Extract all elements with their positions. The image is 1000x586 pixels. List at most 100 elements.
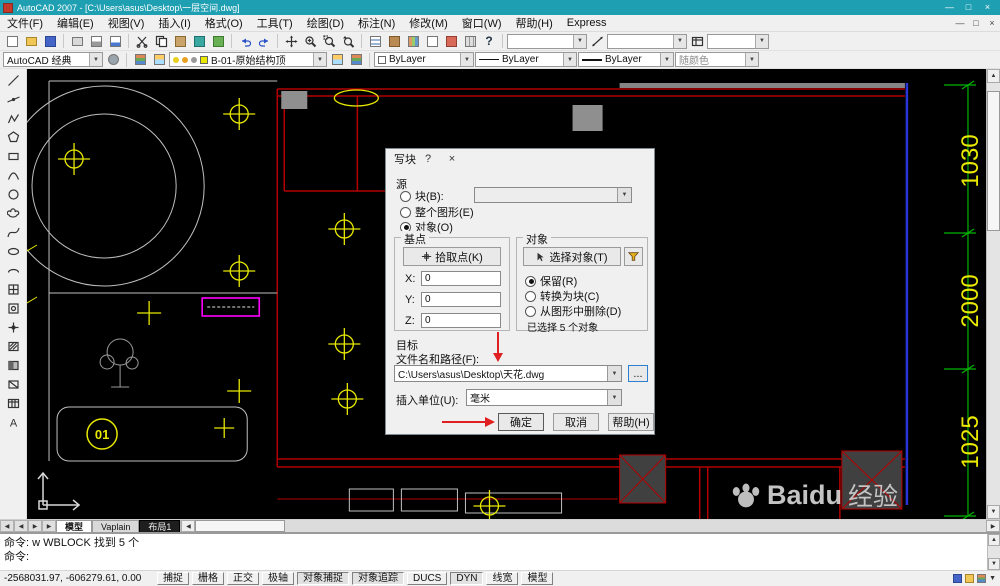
- region-tool-button[interactable]: [4, 375, 23, 393]
- undo-button[interactable]: [236, 33, 254, 50]
- menu-view[interactable]: 视图(V): [101, 15, 152, 31]
- maximize-button[interactable]: □: [959, 1, 978, 14]
- associated-standards-icon[interactable]: [977, 574, 986, 583]
- doc-close-button[interactable]: ×: [984, 18, 1000, 28]
- publish-button[interactable]: [106, 33, 124, 50]
- tool-palettes-button[interactable]: [404, 33, 422, 50]
- polyline-tool-button[interactable]: [4, 109, 23, 127]
- command-prompt-line[interactable]: 命令:: [4, 550, 984, 564]
- dropdown-icon[interactable]: ▼: [563, 53, 576, 66]
- dropdown-icon[interactable]: ▼: [607, 390, 621, 405]
- dim-style-combo[interactable]: ▼: [607, 34, 687, 49]
- block-editor-button[interactable]: [209, 33, 227, 50]
- layer-properties-button[interactable]: [131, 51, 149, 68]
- layer-previous-button[interactable]: [347, 51, 365, 68]
- revision-cloud-button[interactable]: [4, 204, 23, 222]
- osnap-toggle[interactable]: 对象捕捉: [297, 572, 349, 585]
- dim-style-button[interactable]: [588, 33, 606, 50]
- grid-toggle[interactable]: 栅格: [192, 572, 224, 585]
- menu-file[interactable]: 文件(F): [0, 15, 50, 31]
- insert-units-combo[interactable]: 毫米 ▼: [466, 389, 622, 406]
- horizontal-scroll-thumb[interactable]: [195, 520, 285, 532]
- dropdown-icon[interactable]: ▼: [660, 53, 673, 66]
- menu-insert[interactable]: 插入(I): [151, 15, 197, 31]
- line-tool-button[interactable]: [4, 71, 23, 89]
- quickcalc-button[interactable]: [461, 33, 479, 50]
- menu-format[interactable]: 格式(O): [198, 15, 250, 31]
- copy-button[interactable]: [152, 33, 170, 50]
- spline-tool-button[interactable]: [4, 223, 23, 241]
- point-tool-button[interactable]: [4, 318, 23, 336]
- gradient-tool-button[interactable]: [4, 356, 23, 374]
- open-button[interactable]: [22, 33, 40, 50]
- tab-prev-button[interactable]: ◀: [14, 520, 28, 532]
- radio-convert-to-block[interactable]: [525, 291, 536, 302]
- pan-button[interactable]: [282, 33, 300, 50]
- table-tool-button[interactable]: [4, 394, 23, 412]
- help-button[interactable]: ?: [480, 33, 498, 50]
- command-scrollbar[interactable]: ▲ ▼: [987, 534, 1000, 570]
- radio-delete-from-drawing[interactable]: [525, 306, 536, 317]
- layer-states-button[interactable]: [150, 51, 168, 68]
- scroll-down-icon[interactable]: ▼: [987, 505, 1000, 519]
- select-objects-button[interactable]: 选择对象(T): [523, 247, 621, 266]
- radio-block[interactable]: [400, 191, 411, 202]
- make-object-layer-current-button[interactable]: [328, 51, 346, 68]
- ducs-toggle[interactable]: DUCS: [407, 572, 447, 585]
- lineweight-toggle[interactable]: 线宽: [486, 572, 518, 585]
- doc-minimize-button[interactable]: —: [952, 18, 968, 28]
- dialog-close-button[interactable]: ×: [440, 149, 464, 169]
- tab-model[interactable]: 模型: [56, 520, 92, 532]
- y-input[interactable]: 0: [421, 292, 501, 307]
- dropdown-icon[interactable]: ▼: [673, 35, 686, 48]
- pick-point-button[interactable]: 拾取点(K): [403, 247, 501, 266]
- color-combo[interactable]: ByLayer▼: [374, 52, 474, 67]
- table-style-combo[interactable]: ▼: [707, 34, 769, 49]
- text-style-combo[interactable]: ▼: [507, 34, 587, 49]
- tab-last-button[interactable]: ▶: [42, 520, 56, 532]
- dropdown-icon[interactable]: ▼: [89, 53, 102, 66]
- menu-modify[interactable]: 修改(M): [402, 15, 455, 31]
- otrack-toggle[interactable]: 对象追踪: [352, 572, 404, 585]
- filename-combo[interactable]: C:\Users\asus\Desktop\天花.dwg ▼: [394, 365, 622, 382]
- paste-button[interactable]: [171, 33, 189, 50]
- dialog-help-button[interactable]: ?: [416, 149, 440, 169]
- arc-tool-button[interactable]: [4, 166, 23, 184]
- sheetset-manager-button[interactable]: [423, 33, 441, 50]
- zoom-realtime-button[interactable]: [301, 33, 319, 50]
- radio-entire-drawing[interactable]: [400, 207, 411, 218]
- make-block-button[interactable]: [4, 299, 23, 317]
- tab-layout-vaplain[interactable]: Vaplain: [92, 520, 139, 532]
- menu-window[interactable]: 窗口(W): [455, 15, 509, 31]
- construction-line-button[interactable]: [4, 90, 23, 108]
- ok-button[interactable]: 确定: [498, 413, 544, 431]
- dropdown-icon[interactable]: ▼: [573, 35, 586, 48]
- scroll-right-icon[interactable]: ▶: [986, 520, 1000, 532]
- designcenter-button[interactable]: [385, 33, 403, 50]
- radio-retain[interactable]: [525, 276, 536, 287]
- scroll-down-icon[interactable]: ▼: [988, 558, 1000, 570]
- plot-button[interactable]: [68, 33, 86, 50]
- polar-toggle[interactable]: 极轴: [262, 572, 294, 585]
- dropdown-icon[interactable]: ▼: [460, 53, 473, 66]
- tab-first-button[interactable]: ◀: [0, 520, 14, 532]
- insert-block-button[interactable]: [4, 280, 23, 298]
- circle-tool-button[interactable]: [4, 185, 23, 203]
- dyn-toggle[interactable]: DYN: [450, 572, 483, 585]
- zoom-previous-button[interactable]: [339, 33, 357, 50]
- layer-combo[interactable]: B-01-原始结构顶 ▼: [169, 52, 327, 67]
- z-input[interactable]: 0: [421, 313, 501, 328]
- communication-center-icon[interactable]: [953, 574, 962, 583]
- scroll-up-icon[interactable]: ▲: [988, 534, 1000, 546]
- horizontal-scrollbar[interactable]: ◀ ▶: [180, 520, 1000, 532]
- hatch-tool-button[interactable]: [4, 337, 23, 355]
- table-style-button[interactable]: [688, 33, 706, 50]
- zoom-window-button[interactable]: [320, 33, 338, 50]
- save-button[interactable]: [41, 33, 59, 50]
- mtext-tool-button[interactable]: A: [4, 413, 23, 431]
- save-workspace-button[interactable]: [104, 51, 122, 68]
- doc-restore-button[interactable]: □: [968, 18, 984, 28]
- ortho-toggle[interactable]: 正交: [227, 572, 259, 585]
- command-window[interactable]: 命令: w WBLOCK 找到 5 个 命令: ▲ ▼: [0, 532, 1000, 570]
- dialog-title-bar[interactable]: 写块 ? ×: [386, 149, 654, 169]
